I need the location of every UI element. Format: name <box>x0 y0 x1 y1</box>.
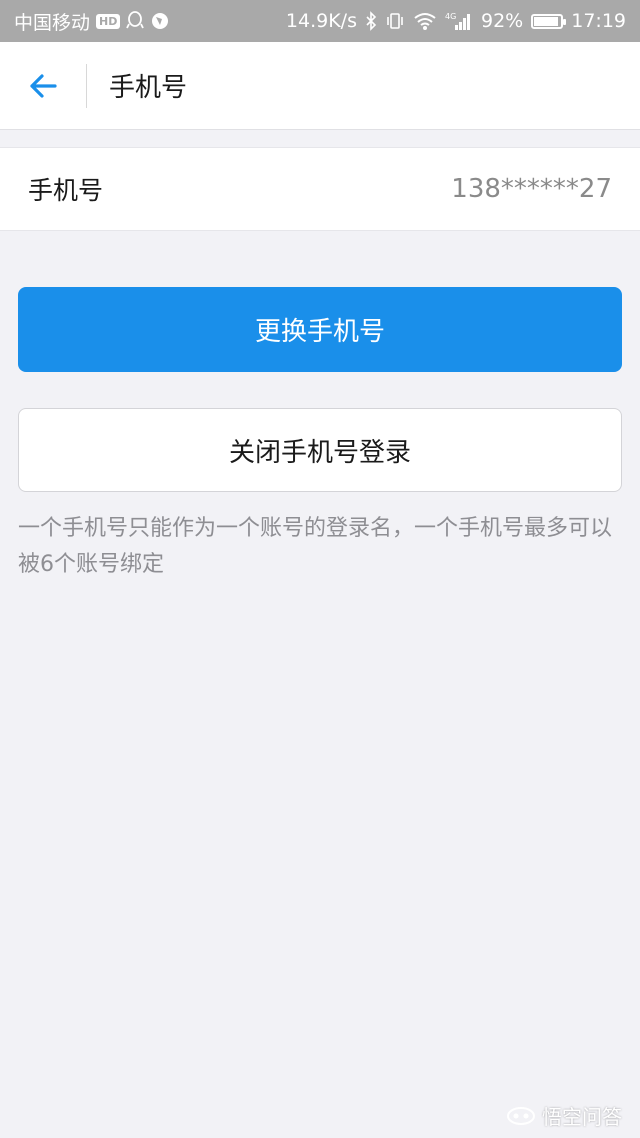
svg-text:4G: 4G <box>445 12 456 21</box>
watermark: 悟空问答 <box>506 1101 622 1130</box>
status-bar: 中国移动 HD 14.9K/s 4G 92% 17:19 <box>0 0 640 42</box>
network-speed: 14.9K/s <box>285 10 357 32</box>
phone-binding-hint: 一个手机号只能作为一个账号的登录名，一个手机号最多可以被6个账号绑定 <box>18 516 613 577</box>
disable-phone-login-button[interactable]: 关闭手机号登录 <box>18 408 622 492</box>
phone-number-value: 138******27 <box>451 174 612 204</box>
wifi-icon <box>413 11 437 31</box>
phone-number-label: 手机号 <box>28 176 104 205</box>
browser-notification-icon <box>150 11 170 31</box>
hd-badge: HD <box>96 13 121 29</box>
battery-level <box>534 16 559 26</box>
wukong-logo-icon <box>507 1106 535 1125</box>
back-button[interactable] <box>0 42 86 130</box>
page-title: 手机号 <box>109 73 188 103</box>
arrow-left-icon <box>30 73 57 98</box>
battery-icon <box>531 13 567 29</box>
bluetooth-icon <box>365 11 377 31</box>
clock: 17:19 <box>571 10 626 32</box>
nav-divider <box>86 63 87 108</box>
watermark-text: 悟空问答 <box>542 1105 622 1129</box>
battery-percent: 92% <box>481 10 524 32</box>
navigation-bar: 手机号 <box>0 42 640 130</box>
vibrate-icon <box>385 11 405 31</box>
cellular-signal-icon: 4G <box>445 11 473 31</box>
phone-number-row: 手机号 138******27 <box>0 147 640 231</box>
carrier-name: 中国移动 <box>14 11 91 34</box>
status-right: 14.9K/s 4G 92% 17:19 <box>286 10 626 32</box>
qq-notification-icon <box>126 11 145 31</box>
status-left: 中国移动 HD <box>14 8 170 35</box>
change-phone-button[interactable]: 更换手机号 <box>18 287 622 372</box>
